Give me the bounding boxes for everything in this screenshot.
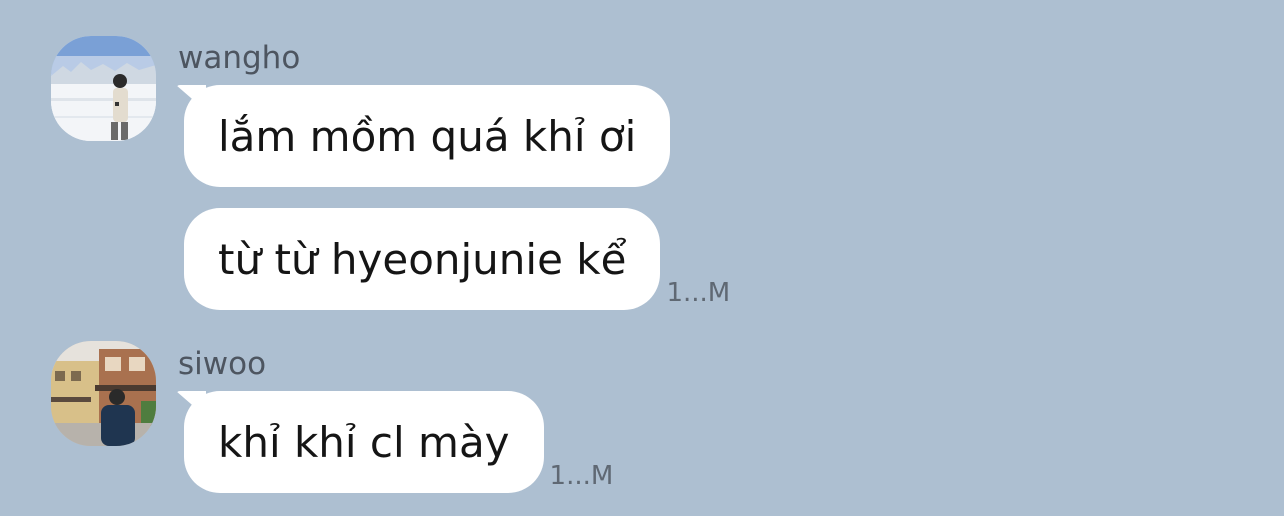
message-timestamp: 1...M xyxy=(666,278,731,308)
message-row: khỉ khỉ cl mày 1...M xyxy=(184,391,613,493)
message-timestamp: 1...M xyxy=(549,461,614,491)
message-text: từ từ hyeonjunie kể xyxy=(218,234,627,284)
message-text: lắm mồm quá khỉ ơi xyxy=(218,111,637,161)
message-text: khỉ khỉ cl mày xyxy=(218,417,510,467)
avatar[interactable] xyxy=(51,36,156,141)
message-bubble[interactable]: khỉ khỉ cl mày xyxy=(184,391,544,493)
message-bubble[interactable]: lắm mồm quá khỉ ơi xyxy=(184,85,671,187)
sender-name: siwoo xyxy=(178,346,267,382)
chat-area: wangho lắm mồm quá khỉ ơi từ từ hyeonjun… xyxy=(0,0,1284,516)
avatar[interactable] xyxy=(51,341,156,446)
sender-name: wangho xyxy=(178,40,301,76)
message-bubble[interactable]: từ từ hyeonjunie kể xyxy=(184,208,661,310)
message-row: lắm mồm quá khỉ ơi xyxy=(184,85,676,187)
message-row: từ từ hyeonjunie kể 1...M xyxy=(184,208,730,310)
